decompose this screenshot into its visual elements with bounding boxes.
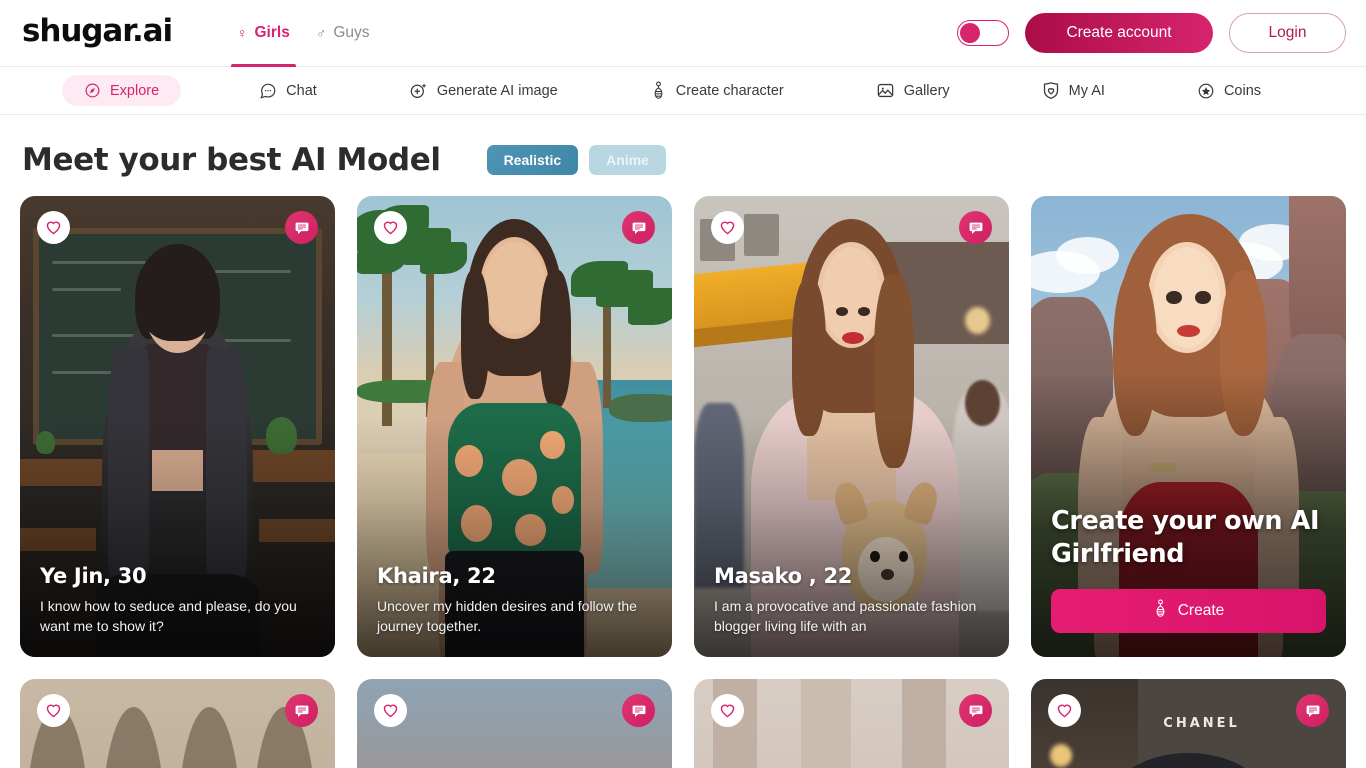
heart-icon [1057, 704, 1072, 718]
card-artwork-columns [694, 679, 1009, 768]
chat-button[interactable] [285, 211, 318, 244]
headline-row: Meet your best AI Model Realistic Anime [20, 115, 1346, 196]
like-button[interactable] [37, 211, 70, 244]
heart-icon [46, 704, 61, 718]
male-icon: ♂ [315, 25, 327, 41]
chat-bubble-icon [969, 222, 982, 234]
create-own-ai-card[interactable]: Create your own AI Girlfriend Create [1031, 196, 1346, 657]
chat-bubble-icon [632, 222, 645, 234]
compass-icon [84, 82, 101, 99]
chat-bubble-icon [632, 705, 645, 717]
character-icon [650, 81, 667, 100]
chat-button[interactable] [622, 211, 655, 244]
card-description: I am a provocative and passionate fashio… [714, 598, 977, 635]
card-name: Ye Jin, 30 [40, 564, 147, 589]
chat-button[interactable] [959, 211, 992, 244]
heart-icon [720, 221, 735, 235]
header-actions: Create account Login [957, 13, 1346, 53]
create-account-button[interactable]: Create account [1025, 13, 1213, 53]
card-info: Masako , 22 I am a provocative and passi… [714, 564, 991, 637]
character-icon [1153, 599, 1168, 623]
nav-item-chat-label: Chat [286, 82, 317, 99]
gender-tab-girls-label: Girls [254, 24, 290, 41]
card-artwork-chanel: CHANEL [1031, 679, 1346, 768]
gender-tab-guys-label: Guys [333, 24, 370, 41]
chat-bubble-icon [295, 705, 308, 717]
chat-bubble-icon [259, 82, 277, 100]
chat-button[interactable] [285, 694, 318, 727]
heart-shield-icon [1042, 81, 1060, 100]
nav-item-generate-ai-image-label: Generate AI image [436, 82, 558, 99]
like-button[interactable] [374, 211, 407, 244]
site-logo[interactable]: shugar.ai [22, 16, 173, 50]
main-nav: Explore Chat Generate AI image Create ch… [0, 67, 1366, 115]
style-tab-anime[interactable]: Anime [589, 145, 666, 175]
like-button[interactable] [711, 211, 744, 244]
nsfw-toggle-knob [960, 23, 980, 43]
nav-item-gallery[interactable]: Gallery [862, 74, 964, 107]
chat-button[interactable] [1296, 694, 1329, 727]
gender-tabs: ♀ Girls ♂ Guys [224, 0, 383, 67]
model-card-grid: Ye Jin, 30 I know how to seduce and plea… [20, 196, 1346, 768]
nsfw-toggle[interactable] [957, 20, 1009, 46]
card-info: Khaira, 22 Uncover my hidden desires and… [377, 564, 654, 637]
model-card[interactable]: Masako , 22 I am a provocative and passi… [694, 196, 1009, 657]
model-card[interactable] [20, 679, 335, 768]
nav-item-gallery-label: Gallery [903, 82, 950, 99]
nav-item-my-ai-label: My AI [1068, 82, 1105, 99]
chanel-sign-text: CHANEL [1163, 715, 1240, 731]
chat-bubble-icon [969, 705, 982, 717]
card-info: Ye Jin, 30 I know how to seduce and plea… [40, 564, 317, 637]
model-card[interactable] [357, 679, 672, 768]
female-icon: ♀ [237, 25, 248, 41]
like-button[interactable] [374, 694, 407, 727]
nav-item-coins-label: Coins [1223, 82, 1262, 99]
chat-button[interactable] [622, 694, 655, 727]
model-card[interactable]: Khaira, 22 Uncover my hidden desires and… [357, 196, 672, 657]
heart-icon [383, 221, 398, 235]
create-button-label: Create [1177, 602, 1225, 619]
heart-icon [720, 704, 735, 718]
like-button[interactable] [37, 694, 70, 727]
page-title: Meet your best AI Model [22, 142, 441, 178]
top-header: shugar.ai ♀ Girls ♂ Guys Create account … [0, 0, 1366, 67]
nav-item-coins[interactable]: Coins [1183, 75, 1275, 107]
like-button[interactable] [1048, 694, 1081, 727]
heart-icon [383, 704, 398, 718]
chat-bubble-icon [295, 222, 308, 234]
card-description: Uncover my hidden desires and follow the… [377, 598, 637, 635]
card-artwork-arches [20, 679, 335, 768]
promo-body: Create your own AI Girlfriend Create [1051, 505, 1326, 633]
nav-item-create-character-label: Create character [675, 82, 784, 99]
plus-sparkle-icon [409, 81, 428, 100]
style-filter-tabs: Realistic Anime [486, 145, 666, 175]
gender-tab-girls[interactable]: ♀ Girls [224, 0, 303, 67]
nav-item-generate-ai-image[interactable]: Generate AI image [395, 74, 572, 107]
card-artwork-desert [357, 679, 672, 768]
card-name: Masako , 22 [714, 564, 853, 589]
create-button[interactable]: Create [1051, 589, 1326, 633]
chat-button[interactable] [959, 694, 992, 727]
star-coin-icon [1197, 82, 1215, 100]
card-name: Khaira, 22 [377, 564, 496, 589]
like-button[interactable] [711, 694, 744, 727]
card-description: I know how to seduce and please, do you … [40, 598, 297, 635]
chat-bubble-icon [1306, 705, 1319, 717]
model-card[interactable] [694, 679, 1009, 768]
nav-item-explore[interactable]: Explore [62, 75, 182, 106]
style-tab-realistic[interactable]: Realistic [486, 145, 579, 175]
nav-item-explore-label: Explore [110, 82, 160, 99]
login-button[interactable]: Login [1229, 13, 1346, 53]
image-icon [876, 81, 895, 100]
nav-item-my-ai[interactable]: My AI [1028, 74, 1119, 107]
gender-tab-guys[interactable]: ♂ Guys [303, 0, 383, 67]
promo-title: Create your own AI Girlfriend [1051, 505, 1320, 569]
nav-item-create-character[interactable]: Create character [636, 74, 798, 107]
model-card[interactable]: CHANEL [1031, 679, 1346, 768]
nav-item-chat[interactable]: Chat [245, 75, 331, 107]
model-card[interactable]: Ye Jin, 30 I know how to seduce and plea… [20, 196, 335, 657]
heart-icon [46, 221, 61, 235]
main-content: Meet your best AI Model Realistic Anime [0, 115, 1366, 768]
